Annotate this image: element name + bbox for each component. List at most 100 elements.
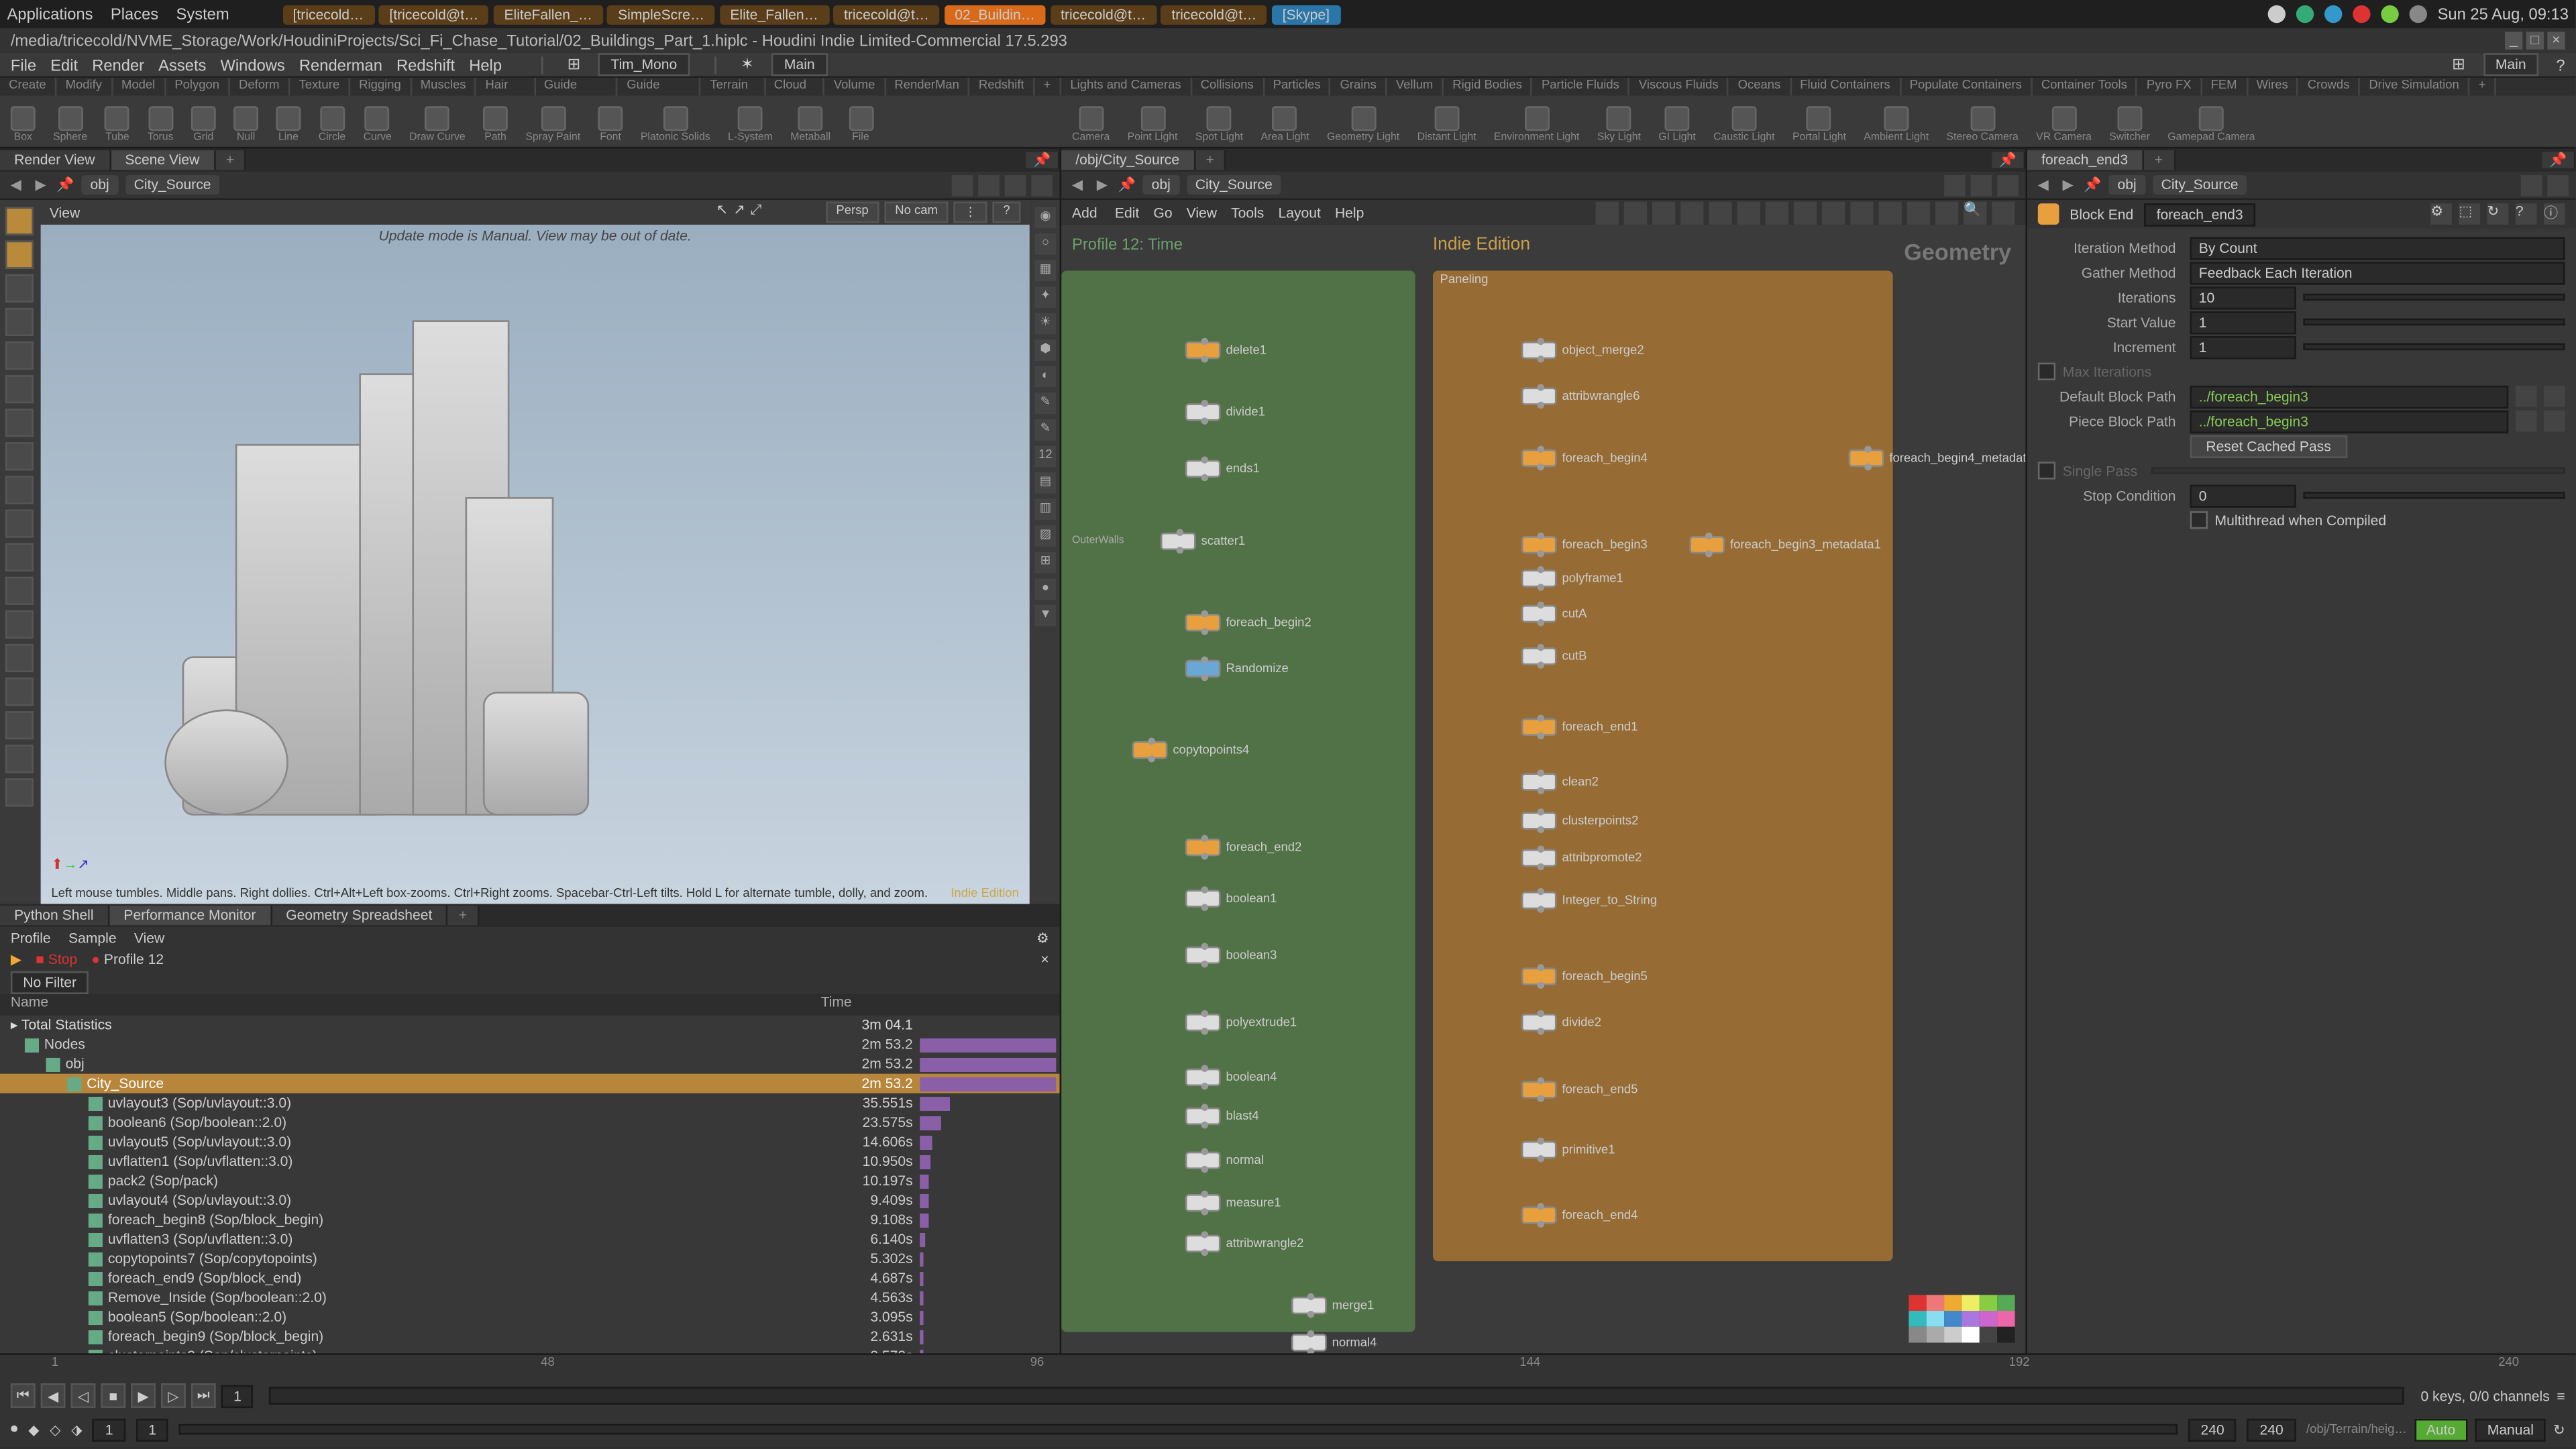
- display-opt-icon[interactable]: ▤: [1035, 472, 1057, 494]
- manual-update-button[interactable]: Manual: [2475, 1418, 2546, 1441]
- shelf-tool[interactable]: Camera: [1072, 106, 1110, 143]
- network-node[interactable]: object_merge2: [1521, 341, 1644, 359]
- network-node[interactable]: cutA: [1521, 605, 1587, 623]
- shelf-tab[interactable]: Crowds: [2299, 78, 2361, 95]
- tray-icon[interactable]: [2381, 5, 2398, 23]
- nav-fwd-icon[interactable]: ▶: [2059, 176, 2076, 193]
- piece-block-field[interactable]: ../foreach_begin3: [2190, 409, 2509, 432]
- palette-swatch[interactable]: [1997, 1311, 2015, 1327]
- nav-fwd-icon[interactable]: ▶: [1093, 176, 1111, 193]
- global-end-field[interactable]: 240: [2247, 1418, 2296, 1441]
- network-node[interactable]: Randomize: [1185, 660, 1289, 678]
- stop-slider[interactable]: [2303, 492, 2565, 499]
- stop-button[interactable]: ■: [101, 1383, 125, 1408]
- perf-opts-icon[interactable]: ⚙: [1036, 930, 1049, 946]
- network-node[interactable]: polyextrude1: [1185, 1014, 1297, 1031]
- menu-edit[interactable]: Edit: [50, 56, 78, 73]
- tray-icon[interactable]: [2409, 5, 2426, 23]
- pane-pin-icon[interactable]: 📌: [2542, 152, 2575, 168]
- shelf-tool[interactable]: Environment Light: [1494, 106, 1580, 143]
- auto-key-icon[interactable]: ⏺: [11, 1421, 18, 1438]
- tab-python-shell[interactable]: Python Shell: [0, 906, 109, 925]
- shelf-tool[interactable]: Box: [11, 106, 36, 143]
- tool-icon[interactable]: [5, 678, 34, 706]
- shelf-tool[interactable]: Metaball: [790, 106, 830, 143]
- opchooser-icon[interactable]: [2544, 386, 2565, 407]
- taskbar-item[interactable]: SimpleScre…: [607, 5, 715, 25]
- display-opt-icon[interactable]: ✎: [1035, 392, 1057, 414]
- palette-swatch[interactable]: [1909, 1327, 1926, 1343]
- crumb-node[interactable]: City_Source: [125, 175, 219, 195]
- shelf-tool[interactable]: Sky Light: [1597, 106, 1641, 143]
- current-frame-field[interactable]: 1: [221, 1384, 254, 1407]
- netbox-green[interactable]: [1061, 270, 1415, 1332]
- shelf-tab[interactable]: Cloud FX: [765, 78, 825, 95]
- palette-swatch[interactable]: [1980, 1327, 1997, 1343]
- network-node[interactable]: merge1: [1291, 1297, 1374, 1314]
- menu-redshift[interactable]: Redshift: [396, 56, 455, 73]
- palette-swatch[interactable]: [1927, 1311, 1944, 1327]
- palette-swatch[interactable]: [1962, 1295, 1979, 1311]
- desktop-right[interactable]: Main: [2483, 53, 2538, 76]
- network-node[interactable]: boolean3: [1185, 947, 1277, 964]
- network-node[interactable]: foreach_begin5: [1521, 967, 1648, 985]
- menu-file[interactable]: File: [11, 56, 36, 73]
- network-node[interactable]: OuterWallsscatter1: [1161, 533, 1245, 550]
- parm-icon[interactable]: ⬚: [2459, 203, 2480, 225]
- display-opt-icon[interactable]: ✦: [1035, 286, 1057, 308]
- tray-icon[interactable]: [2324, 5, 2342, 23]
- network-node[interactable]: foreach_end4: [1521, 1206, 1638, 1224]
- perf-menu-sample[interactable]: Sample: [68, 930, 117, 946]
- shelf-tool[interactable]: GI Light: [1658, 106, 1695, 143]
- net-menu-tools[interactable]: Tools: [1231, 205, 1264, 221]
- perf-row[interactable]: Nodes2m 53.2: [0, 1035, 1060, 1055]
- shelf-tool[interactable]: Platonic Solids: [641, 106, 710, 143]
- display-opt-icon[interactable]: ◐: [1035, 366, 1057, 388]
- network-node[interactable]: foreach_begin2: [1185, 614, 1311, 631]
- snap-tool-icon[interactable]: [5, 610, 34, 639]
- tray-steam-icon[interactable]: [2267, 5, 2285, 23]
- iterations-slider[interactable]: [2303, 294, 2565, 301]
- palette-swatch[interactable]: [1944, 1327, 1962, 1343]
- shelf-tab[interactable]: Container Tools: [2033, 78, 2138, 95]
- shelf-tool[interactable]: Draw Curve: [409, 106, 466, 143]
- snap-tool-icon[interactable]: [5, 577, 34, 605]
- parm-help-icon[interactable]: ?: [2516, 203, 2537, 225]
- iter-method-dropdown[interactable]: By Count: [2190, 236, 2565, 259]
- tab-scene-view[interactable]: Scene View: [111, 150, 215, 170]
- play-back-button[interactable]: ◁: [70, 1383, 95, 1408]
- frame-field[interactable]: 1: [93, 1418, 125, 1441]
- network-node[interactable]: attribwrangle2: [1185, 1235, 1304, 1252]
- taskbar-item[interactable]: tricecold@t…: [1050, 5, 1157, 25]
- shelf-tab[interactable]: Texture: [290, 78, 350, 95]
- shelf-tool[interactable]: Geometry Light: [1327, 106, 1399, 143]
- increment-field[interactable]: 1: [2190, 335, 2296, 358]
- shelf-tool[interactable]: Ambient Light: [1864, 106, 1929, 143]
- palette-swatch[interactable]: [1927, 1295, 1944, 1311]
- taskbar-item[interactable]: Elite_Fallen…: [720, 5, 829, 25]
- network-node[interactable]: ends1: [1185, 460, 1260, 478]
- shelf-tab[interactable]: Volume: [825, 78, 886, 95]
- shelf-tool[interactable]: Null: [233, 106, 258, 143]
- net-tool-icon[interactable]: [1878, 201, 1901, 223]
- shelf-tab[interactable]: Hair Utils: [476, 78, 535, 95]
- tab-render-view[interactable]: Render View: [0, 150, 111, 170]
- window-max-button[interactable]: □: [2526, 32, 2544, 49]
- display-opt-icon[interactable]: ⬢: [1035, 339, 1057, 361]
- display-opt-icon[interactable]: ▥: [1035, 499, 1057, 521]
- pane-pin-icon[interactable]: 📌: [1026, 152, 1060, 168]
- shelf-tab[interactable]: Pyro FX: [2138, 78, 2202, 95]
- os-menu-apps[interactable]: Applications: [7, 5, 93, 23]
- jump-icon[interactable]: [2516, 411, 2537, 432]
- crumb-obj[interactable]: obj: [1143, 175, 1180, 195]
- parm-tool-icon[interactable]: [2547, 174, 2569, 196]
- tab-add[interactable]: +: [215, 150, 247, 170]
- nav-pin-icon[interactable]: 📌: [56, 176, 74, 193]
- network-node[interactable]: delete1: [1185, 341, 1267, 359]
- vp-tool-icon[interactable]: [1005, 174, 1026, 196]
- shelf-tab[interactable]: Particles: [1264, 78, 1331, 95]
- shelf-tool[interactable]: Sphere: [53, 106, 87, 143]
- chlist-icon[interactable]: ≡: [2557, 1388, 2565, 1404]
- net-menu-go[interactable]: Go: [1153, 205, 1172, 221]
- shelf-tool[interactable]: File: [848, 106, 873, 143]
